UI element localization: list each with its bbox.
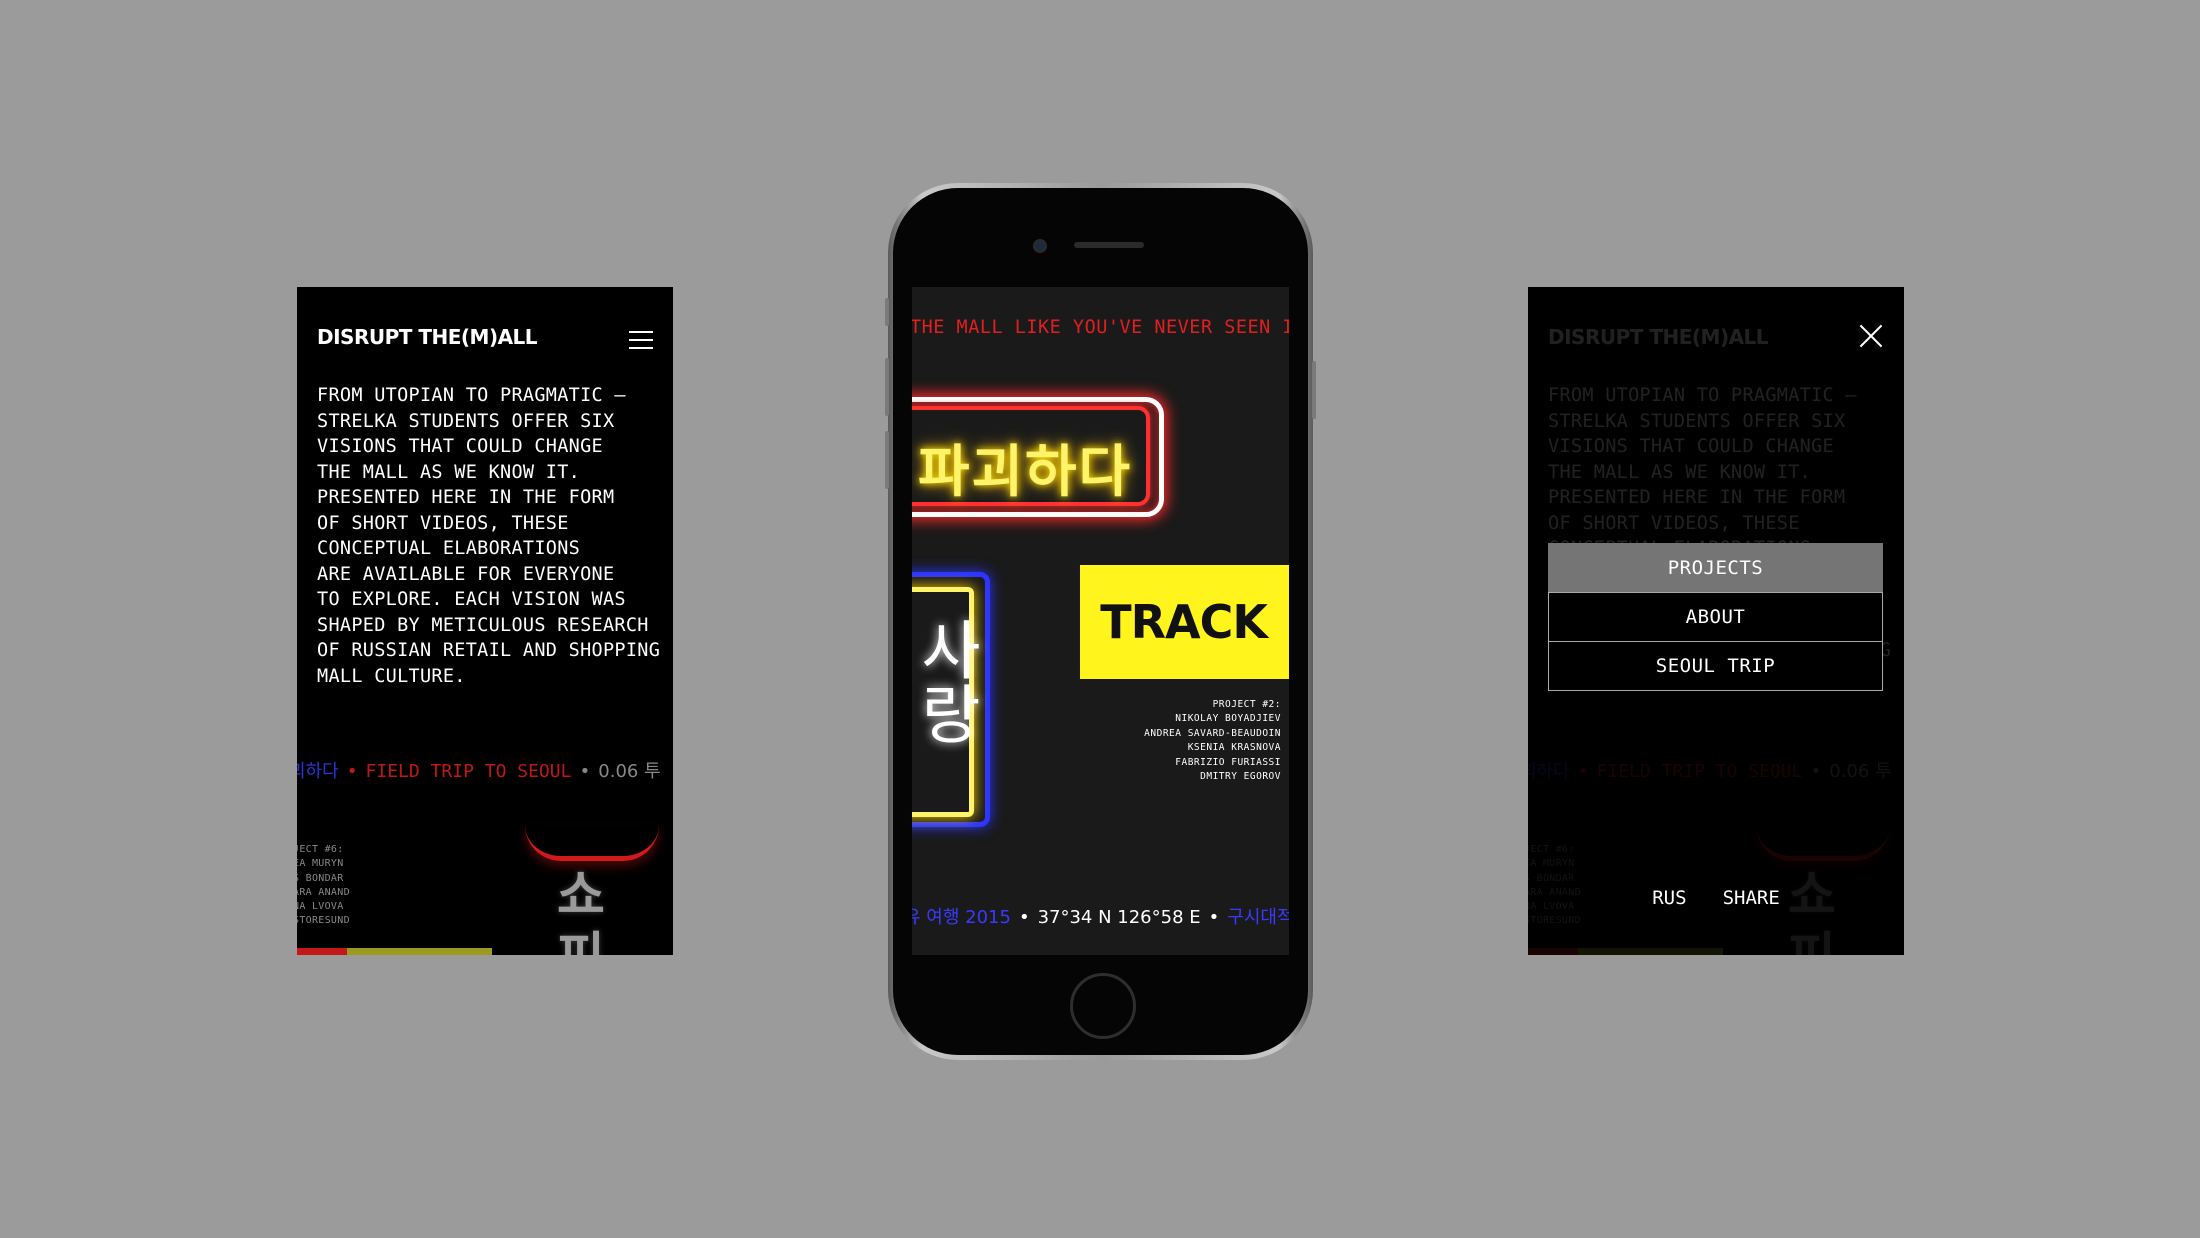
ticker-separator: • [1208, 907, 1220, 928]
ticker-korean: 괴하다 [297, 761, 339, 782]
speaker-grille [1074, 242, 1144, 248]
neon-korean-text: 쇼 피 [557, 866, 605, 955]
ticker-field-trip[interactable]: FIELD TRIP TO SEOUL [366, 761, 572, 782]
neon-korean-text: 쇼 피 [1788, 866, 1836, 955]
track-button[interactable]: TRACK [1080, 565, 1289, 679]
progress-bar [1528, 948, 1904, 955]
left-screen: DISRUPT THE(M)ALL FROM UTOPIAN TO PRAGMA… [297, 287, 673, 955]
phone-screen: THE MALL LIKE YOU'VE NEVER SEEN IT 파괴하다 … [912, 287, 1289, 955]
ticker-separator: • [1810, 761, 1822, 782]
brand-logo: DISRUPT THE(M)ALL [1548, 325, 1769, 349]
neon-arc-graphic [525, 825, 659, 861]
project-credits: JECT #6: EA MURYN S BONDAR ARA ANAND NA … [297, 844, 350, 927]
share-link[interactable]: SHARE [1723, 887, 1780, 909]
neon-korean-sign: 파괴하다 [918, 440, 1133, 505]
project-credits: JECT #6: EA MURYN S BONDAR ARA ANAND NA … [1528, 844, 1581, 927]
headline-marquee: THE MALL LIKE YOU'VE NEVER SEEN IT [912, 317, 1289, 338]
nav-menu: PROJECTS ABOUT SEOUL TRIP [1548, 543, 1883, 691]
right-screen: DISRUPT THE(M)ALL FROM UTOPIAN TO PRAGMA… [1528, 287, 1904, 955]
language-switch[interactable]: RUS [1652, 887, 1686, 909]
ticker: 괴하다 • FIELD TRIP TO SEOUL • 0.06 투 [1528, 757, 1892, 783]
menu-footer: RUS SHARE [1528, 887, 1904, 909]
neon-korean-vertical: 사랑 [912, 617, 982, 745]
close-icon[interactable] [1858, 323, 1884, 349]
ticker-value: 0.06 투 [1829, 761, 1892, 782]
ticker: 괴하다 • FIELD TRIP TO SEOUL • 0.06 투 [297, 757, 661, 783]
volume-up-button [885, 358, 889, 416]
mute-switch [885, 298, 889, 326]
ticker-separator: • [346, 761, 358, 782]
ticker-separator: • [1018, 907, 1030, 928]
brand-logo[interactable]: DISRUPT THE(M)ALL [317, 325, 538, 349]
ticker-value: 0.06 투 [598, 761, 661, 782]
intro-text: FROM UTOPIAN TO PRAGMATIC — STRELKA STUD… [317, 385, 661, 687]
menu-item-about[interactable]: ABOUT [1548, 592, 1883, 642]
ticker-separator: • [579, 761, 591, 782]
coordinates-ticker: 유 여행 2015 • 37°34 N 126°58 E • 구시대적 [912, 903, 1289, 929]
ticker-field-trip: FIELD TRIP TO SEOUL [1596, 761, 1803, 782]
camera-icon [1033, 239, 1047, 253]
ticker-coordinates: 37°34 N 126°58 E [1037, 907, 1201, 928]
ticker-korean: 괴하다 [1528, 761, 1570, 782]
power-button [1312, 361, 1316, 419]
ticker-korean-right: 구시대적 [1227, 907, 1289, 928]
track-label: TRACK [1100, 595, 1268, 649]
progress-bar [297, 948, 673, 955]
volume-down-button [885, 431, 889, 489]
neon-arc-graphic [1756, 825, 1890, 861]
menu-item-projects[interactable]: PROJECTS [1548, 543, 1883, 593]
home-button[interactable] [1070, 973, 1136, 1039]
ticker-korean-left: 유 여행 2015 [912, 907, 1011, 928]
project-credits: PROJECT #2: NIKOLAY BOYADJIEV ANDREA SAV… [1144, 699, 1281, 783]
menu-item-seoul-trip[interactable]: SEOUL TRIP [1548, 641, 1883, 691]
ticker-separator: • [1577, 761, 1589, 782]
hamburger-menu-icon[interactable] [629, 331, 653, 349]
